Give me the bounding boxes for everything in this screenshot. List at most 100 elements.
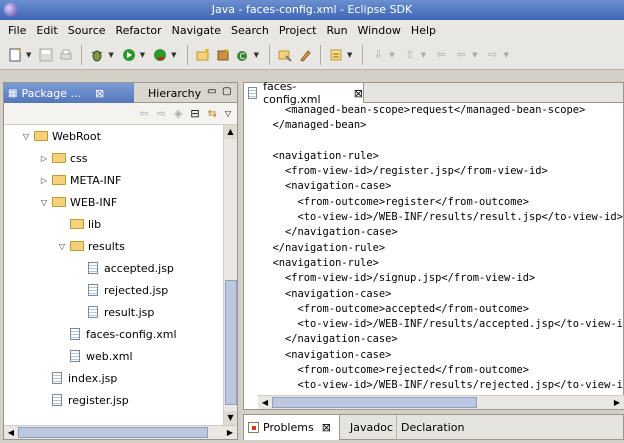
code-line[interactable]: </navigation-rule> — [260, 241, 623, 256]
scroll-up-arrow[interactable]: ▲ — [224, 125, 237, 139]
code-line[interactable]: </navigation-case> — [260, 225, 623, 240]
forward-icon[interactable]: ⇨ — [157, 107, 166, 120]
menu-help[interactable]: Help — [406, 24, 441, 37]
new-package-icon[interactable] — [214, 46, 232, 64]
minimize-icon[interactable]: ▭ — [207, 86, 216, 97]
tree-item[interactable]: ▽ WebRoot — [4, 125, 223, 147]
collapse-arrow-icon[interactable]: ▷ — [38, 154, 50, 163]
expand-arrow-icon[interactable]: ▽ — [56, 242, 68, 251]
code-line[interactable]: <to-view-id>/WEB-INF/results/accepted.js… — [260, 317, 623, 332]
code-line[interactable]: <from-view-id>/register.jsp</from-view-i… — [260, 164, 623, 179]
up-icon[interactable]: ◈ — [174, 107, 182, 120]
scroll-left-arrow[interactable]: ◀ — [258, 396, 272, 409]
run-dropdown-arrow[interactable]: ▼ — [140, 51, 145, 59]
external-tools-dropdown-arrow[interactable]: ▼ — [171, 51, 176, 59]
scroll-thumb[interactable] — [18, 427, 208, 438]
search-icon[interactable] — [296, 46, 314, 64]
code-text[interactable]: <managed-bean-scope>request</managed-bea… — [260, 103, 624, 395]
expand-arrow-icon[interactable]: ▽ — [20, 132, 32, 141]
code-line[interactable]: <navigation-case> — [260, 287, 623, 302]
code-line[interactable]: <from-outcome>accepted</from-outcome> — [260, 302, 623, 317]
editor-horizontal-scrollbar[interactable]: ◀ ▶ — [258, 395, 624, 409]
annotation-dropdown-arrow[interactable]: ▼ — [347, 51, 352, 59]
new-class-dropdown-arrow[interactable]: ▼ — [254, 51, 259, 59]
next-annotation-dropdown-arrow[interactable]: ▼ — [389, 51, 394, 59]
tab-faces-config[interactable]: faces-config.xml ⊠ — [244, 80, 364, 106]
menu-file[interactable]: File — [3, 24, 31, 37]
scroll-thumb[interactable] — [225, 280, 237, 405]
view-menu-icon[interactable]: ▽ — [225, 109, 231, 118]
code-line[interactable]: <from-outcome>rejected</from-outcome> — [260, 363, 623, 378]
collapse-all-icon[interactable]: ⊟ — [190, 107, 199, 120]
code-line[interactable]: <navigation-case> — [260, 179, 623, 194]
last-edit-icon[interactable]: ⇦ — [432, 46, 450, 64]
save-icon[interactable] — [37, 46, 55, 64]
tab-hierarchy[interactable]: Hierarchy — [142, 83, 201, 103]
tree-item[interactable]: ▷ css — [4, 147, 223, 169]
expand-arrow-icon[interactable]: ▽ — [38, 198, 50, 207]
debug-dropdown-arrow[interactable]: ▼ — [108, 51, 113, 59]
next-annotation-icon[interactable]: ⇩ — [369, 46, 387, 64]
code-line[interactable]: <from-outcome>register</from-outcome> — [260, 195, 623, 210]
menu-project[interactable]: Project — [274, 24, 322, 37]
tree-item[interactable]: faces-config.xml — [4, 323, 223, 345]
close-icon[interactable]: ⊠ — [322, 421, 331, 434]
annotation-icon[interactable] — [327, 46, 345, 64]
print-icon[interactable] — [57, 46, 75, 64]
code-line[interactable] — [260, 134, 623, 149]
code-line[interactable]: <to-view-id>/WEB-INF/results/result.jsp<… — [260, 210, 623, 225]
code-line[interactable]: <to-view-id>/WEB-INF/results/rejected.js… — [260, 378, 623, 393]
scroll-right-arrow[interactable]: ▶ — [610, 396, 624, 409]
tab-package-explorer[interactable]: ▦ Package ... ⊠ — [4, 83, 134, 103]
debug-icon[interactable] — [88, 46, 106, 64]
scroll-right-arrow[interactable]: ▶ — [223, 426, 237, 439]
open-type-icon[interactable] — [276, 46, 294, 64]
tree-item[interactable]: register.jsp — [4, 389, 223, 411]
new-java-project-icon[interactable] — [194, 46, 212, 64]
collapse-arrow-icon[interactable]: ▷ — [38, 176, 50, 185]
menu-refactor[interactable]: Refactor — [111, 24, 167, 37]
horizontal-scrollbar[interactable]: ◀ ▶ — [4, 425, 237, 439]
new-dropdown-arrow[interactable]: ▼ — [26, 51, 31, 59]
tree-item[interactable]: index.jsp — [4, 367, 223, 389]
external-tools-icon[interactable] — [151, 46, 169, 64]
code-line[interactable]: </navigation-case> — [260, 332, 623, 347]
code-line[interactable]: <navigation-rule> — [260, 149, 623, 164]
back-icon[interactable]: ⇦ — [452, 46, 470, 64]
back-icon[interactable]: ⇦ — [140, 107, 149, 120]
tree-item[interactable]: ▽ results — [4, 235, 223, 257]
menu-navigate[interactable]: Navigate — [167, 24, 226, 37]
tree-item[interactable]: web.xml — [4, 345, 223, 367]
menu-edit[interactable]: Edit — [31, 24, 62, 37]
forward-icon[interactable]: ⇨ — [484, 46, 502, 64]
prev-annotation-icon[interactable]: ⇧ — [401, 46, 419, 64]
menu-run[interactable]: Run — [321, 24, 352, 37]
tree-item[interactable]: ▽ WEB-INF — [4, 191, 223, 213]
tree-item[interactable]: result.jsp — [4, 301, 223, 323]
menu-window[interactable]: Window — [353, 24, 406, 37]
tree-item[interactable]: accepted.jsp — [4, 257, 223, 279]
tree-item[interactable]: rejected.jsp — [4, 279, 223, 301]
menu-source[interactable]: Source — [63, 24, 111, 37]
tree-item[interactable]: lib — [4, 213, 223, 235]
scroll-left-arrow[interactable]: ◀ — [4, 426, 18, 439]
menu-search[interactable]: Search — [226, 24, 274, 37]
tab-declaration[interactable]: Declaration — [396, 415, 468, 440]
run-icon[interactable] — [120, 46, 138, 64]
new-class-icon[interactable]: C — [234, 46, 252, 64]
link-with-editor-icon[interactable]: ⇆ — [208, 107, 217, 120]
code-line[interactable]: <navigation-case> — [260, 348, 623, 363]
vertical-scrollbar[interactable]: ▲ ▼ — [223, 125, 237, 425]
tab-problems[interactable]: Problems ⊠ — [244, 415, 340, 440]
close-icon[interactable]: ⊠ — [95, 87, 104, 100]
scroll-thumb[interactable] — [272, 397, 477, 408]
code-line[interactable]: <from-view-id>/signup.jsp</from-view-id> — [260, 271, 623, 286]
scroll-down-arrow[interactable]: ▼ — [224, 411, 237, 425]
new-wizard-icon[interactable] — [6, 46, 24, 64]
tree-item[interactable]: ▷ META-INF — [4, 169, 223, 191]
back-dropdown-arrow[interactable]: ▼ — [472, 51, 477, 59]
tab-javadoc[interactable]: Javadoc — [346, 415, 397, 440]
forward-dropdown-arrow[interactable]: ▼ — [504, 51, 509, 59]
prev-annotation-dropdown-arrow[interactable]: ▼ — [421, 51, 426, 59]
code-line[interactable]: <managed-bean-scope>request</managed-bea… — [260, 103, 623, 118]
